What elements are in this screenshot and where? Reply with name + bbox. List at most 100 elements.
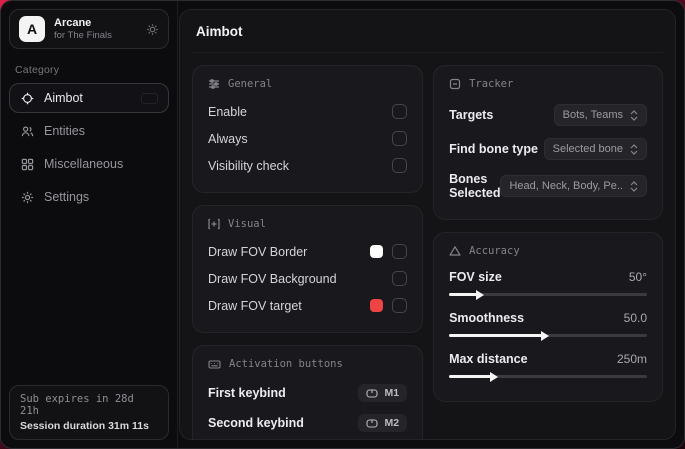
tracker-card: Tracker Targets Bots, Teams Find bone ty…: [433, 65, 663, 220]
setting-row: Enable: [208, 98, 408, 125]
sidebar-item-settings[interactable]: Settings: [9, 182, 169, 212]
targets-select[interactable]: Bots, Teams: [553, 104, 647, 126]
second-keybind-button[interactable]: M2: [358, 414, 408, 432]
max-distance-slider-group: Max distance 250m: [449, 347, 647, 388]
section-title: Accuracy: [469, 245, 520, 257]
select-value: Bots, Teams: [562, 109, 623, 121]
section-title: Activation buttons: [229, 358, 343, 370]
setting-label: Draw FOV Background: [208, 271, 337, 286]
draw-fov-target-checkbox[interactable]: [392, 298, 408, 313]
page-title: Aimbot: [196, 24, 243, 39]
section-title: General: [228, 78, 273, 90]
app-name: Arcane: [54, 17, 92, 29]
fov-border-color-swatch[interactable]: [370, 245, 384, 258]
activation-card: Activation buttons First keybind M1 Seco…: [192, 345, 424, 439]
setting-label: Second keybind: [208, 416, 304, 430]
slider-label: Max distance: [449, 352, 528, 366]
setting-row: Find bone type Selected bone: [449, 132, 647, 166]
visibility-check-checkbox[interactable]: [392, 158, 408, 173]
setting-label: Draw FOV Border: [208, 244, 308, 259]
setting-row: Bones Selected Head, Neck, Body, Pe..: [449, 166, 647, 206]
sidebar-item-miscellaneous[interactable]: Miscellaneous: [9, 149, 169, 179]
slider-value: 50.0: [623, 311, 647, 325]
max-distance-slider[interactable]: [449, 371, 647, 382]
first-keybind-button[interactable]: M1: [358, 384, 408, 402]
setting-row: Targets Bots, Teams: [449, 98, 647, 132]
main-panel: Aimbot General Enable Always Visibility …: [179, 9, 676, 440]
triangle-icon: [449, 245, 461, 257]
box-minus-icon: [449, 78, 461, 90]
section-title: Visual: [228, 218, 266, 230]
sidebar-item-label: Entities: [44, 124, 85, 138]
chevron-updown-icon: [630, 109, 638, 121]
sidebar-item-label: Settings: [44, 190, 90, 204]
fov-target-color-swatch[interactable]: [370, 299, 384, 312]
setting-label: Visibility check: [208, 158, 290, 173]
setting-row: Draw FOV Background: [208, 265, 408, 292]
keyboard-icon: [208, 359, 221, 370]
chevron-updown-icon: [630, 180, 638, 192]
slider-label: FOV size: [449, 270, 502, 284]
app-header-card: A Arcane for The Finals: [9, 9, 169, 49]
keybind-value: M2: [384, 417, 400, 429]
app-window: A Arcane for The Finals Category Aimbot …: [0, 0, 685, 449]
app-subtitle: for The Finals: [54, 30, 112, 41]
select-value: Selected bone: [552, 143, 623, 155]
sidebar-item-entities[interactable]: Entities: [9, 116, 169, 146]
mouse-icon: [366, 388, 379, 398]
setting-label: Bones Selected: [449, 172, 501, 200]
sub-expiry-text: Sub expires in 28d 21h: [20, 393, 134, 417]
setting-row: First keybind M1: [208, 378, 408, 408]
session-duration-text: Session duration 31m 11s: [20, 420, 149, 432]
accuracy-card: Accuracy FOV size 50° Smoothness 50.0 Ma…: [433, 232, 663, 402]
slider-thumb[interactable]: [489, 371, 498, 382]
gear-icon: [20, 191, 34, 204]
category-label: Category: [15, 64, 60, 76]
sidebar: A Arcane for The Finals Category Aimbot …: [1, 1, 178, 448]
sidebar-nav: Aimbot Entities Miscellaneous Settings: [9, 83, 169, 212]
draw-fov-border-checkbox[interactable]: [392, 244, 408, 259]
setting-label: Targets: [449, 108, 494, 122]
slider-value: 250m: [616, 352, 647, 366]
slider-label: Smoothness: [449, 311, 525, 325]
setting-label: Find bone type: [449, 142, 538, 156]
fov-size-slider-group: FOV size 50°: [449, 265, 647, 306]
enable-checkbox[interactable]: [392, 104, 408, 119]
entities-icon: [20, 125, 34, 138]
section-title: Tracker: [469, 78, 514, 90]
slider-value: 50°: [628, 270, 647, 284]
chevron-updown-icon: [630, 143, 638, 155]
crosshair-icon: [20, 92, 34, 105]
grid-icon: [20, 158, 34, 171]
sidebar-item-label: Miscellaneous: [44, 157, 124, 171]
setting-row: Draw FOV Border: [208, 238, 408, 265]
setting-label: First keybind: [208, 386, 286, 400]
visual-card: Visual Draw FOV Border Draw FOV Backgrou…: [192, 205, 424, 333]
slider-thumb[interactable]: [541, 330, 550, 341]
setting-label: Draw FOV target: [208, 298, 302, 313]
sidebar-item-label: Aimbot: [44, 91, 83, 105]
setting-label: Always: [208, 131, 248, 146]
setting-row: Draw FOV target: [208, 292, 408, 319]
setting-label: Enable: [208, 104, 247, 119]
settings-gear-icon[interactable]: [146, 23, 159, 36]
general-card: General Enable Always Visibility check: [192, 65, 424, 193]
app-logo: A: [19, 16, 45, 42]
bones-selected-select[interactable]: Head, Neck, Body, Pe..: [500, 175, 647, 197]
sliders-icon: [208, 78, 220, 90]
fov-size-slider[interactable]: [449, 289, 647, 300]
setting-row: Visibility check: [208, 152, 408, 179]
keybind-value: M1: [384, 387, 400, 399]
find-bone-type-select[interactable]: Selected bone: [543, 138, 647, 160]
main-header: Aimbot: [192, 10, 663, 53]
draw-fov-background-checkbox[interactable]: [392, 271, 408, 286]
smoothness-slider[interactable]: [449, 330, 647, 341]
mouse-icon: [366, 418, 379, 428]
slider-thumb[interactable]: [475, 289, 484, 300]
select-value: Head, Neck, Body, Pe..: [509, 180, 623, 192]
always-checkbox[interactable]: [392, 131, 408, 146]
sidebar-item-aimbot[interactable]: Aimbot: [9, 83, 169, 113]
setting-row: Second keybind M2: [208, 408, 408, 438]
setting-row: Always: [208, 125, 408, 152]
subscription-card: Sub expires in 28d 21h Session duration …: [9, 385, 169, 440]
